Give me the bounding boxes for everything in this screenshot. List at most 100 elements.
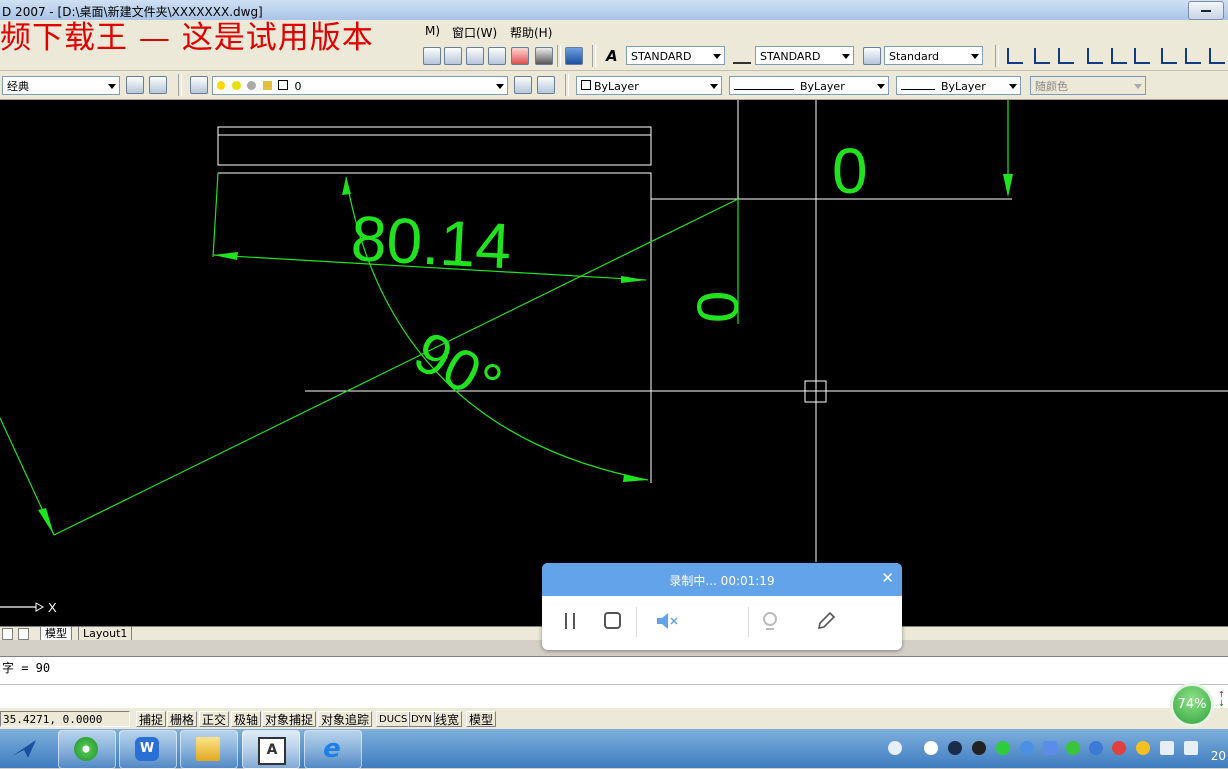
text-style-select[interactable]: STANDARD	[626, 46, 725, 65]
layer-lock-icon	[262, 81, 272, 90]
menu-item-window[interactable]: 窗口(W)	[452, 24, 497, 41]
calculator-icon[interactable]	[535, 47, 553, 65]
stop-button[interactable]	[600, 609, 626, 633]
sheet-set-icon[interactable]	[488, 47, 506, 65]
tab-nav-prev[interactable]	[18, 628, 29, 640]
drawing-canvas[interactable]: 80.14 90° 0 0 X	[0, 100, 1228, 626]
tab-layout1[interactable]: Layout1	[78, 627, 133, 641]
taskbar-app-wps[interactable]: W	[119, 730, 177, 769]
lineweight-select[interactable]: ByLayer	[896, 76, 1021, 95]
pause-button[interactable]	[558, 609, 584, 633]
workspace-save-icon[interactable]	[149, 76, 167, 94]
webcam-button[interactable]	[758, 609, 784, 633]
otrack-button[interactable]: 对象追踪	[318, 711, 373, 727]
network-icon[interactable]	[1160, 741, 1174, 755]
table-style-select[interactable]: Standard	[884, 46, 983, 65]
clock[interactable]: 20	[1211, 749, 1226, 763]
ucs-object-icon[interactable]	[1087, 48, 1103, 64]
workspace-select[interactable]: 经典	[2, 76, 120, 95]
layer-previous-icon[interactable]	[537, 76, 555, 94]
volume-icon[interactable]	[1184, 741, 1198, 755]
cpu-gauge[interactable]: 74%	[1170, 683, 1214, 727]
layer-on-icon	[217, 81, 225, 90]
plus-icon[interactable]	[1136, 741, 1150, 755]
dim-style-select[interactable]: STANDARD	[755, 46, 854, 65]
stop-icon	[604, 612, 621, 629]
workspace-settings-icon[interactable]	[126, 76, 144, 94]
lineweight-value: ByLayer	[941, 80, 986, 93]
network-arrows-icon: ↑ ↓	[1218, 690, 1225, 708]
tab-model[interactable]: 模型	[40, 627, 72, 641]
dim-extension-left	[212, 172, 219, 258]
taskbar-app-ie[interactable]: e	[304, 730, 362, 769]
tab-nav-first[interactable]	[2, 628, 13, 640]
ucs-previous-icon[interactable]	[1034, 48, 1050, 64]
shield-icon[interactable]	[1043, 741, 1057, 755]
cloud-icon[interactable]	[924, 741, 938, 755]
qq-icon[interactable]	[972, 741, 986, 755]
ucs-face-icon[interactable]	[1111, 48, 1127, 64]
recorder-panel: 录制中... 00:01:19 ✕	[542, 563, 902, 650]
osnap-button[interactable]: 对象捕捉	[262, 711, 317, 727]
model-space-button[interactable]: 模型	[466, 711, 497, 727]
message-icon[interactable]	[1020, 741, 1034, 755]
wechat-icon[interactable]	[996, 741, 1010, 755]
ucs-3point-icon[interactable]	[1209, 48, 1225, 64]
linetype-select[interactable]: ByLayer	[729, 76, 889, 95]
make-current-layer-icon[interactable]	[514, 76, 532, 94]
ucs-zaxis-icon[interactable]	[1185, 48, 1201, 64]
antivirus-icon[interactable]	[1112, 741, 1126, 755]
star-icon[interactable]	[948, 741, 962, 755]
plot-style-select: 随颜色	[1030, 76, 1146, 95]
taskbar-app-explorer[interactable]	[180, 730, 238, 769]
update-icon[interactable]	[1089, 741, 1103, 755]
menu-item-help[interactable]: 帮助(H)	[510, 24, 552, 41]
speaker-mute-icon	[657, 613, 678, 629]
coordinate-display[interactable]: 35.4271, 0.0000	[0, 711, 130, 727]
arrowhead-2	[621, 276, 646, 283]
system-tray: 20	[888, 729, 1228, 768]
dim-text-zero-left: 0	[686, 291, 751, 323]
help-icon[interactable]	[565, 47, 583, 65]
layer-select[interactable]: 0	[212, 76, 508, 95]
arrowhead-6	[38, 508, 54, 535]
layer-manager-icon[interactable]	[190, 76, 208, 94]
snap-button[interactable]: 捕捉	[136, 711, 167, 727]
properties-icon[interactable]	[423, 47, 441, 65]
mute-button[interactable]	[654, 609, 680, 633]
polar-button[interactable]: 极轴	[231, 711, 262, 727]
taskbar-app-browser360[interactable]	[58, 730, 116, 769]
tool-palettes-icon[interactable]	[466, 47, 484, 65]
layer-color-icon	[278, 80, 288, 90]
autocad-icon: A	[258, 737, 286, 765]
design-center-icon[interactable]	[444, 47, 462, 65]
ducs-button[interactable]: DUCS	[376, 711, 411, 727]
linetype-preview-icon	[734, 83, 794, 90]
ucs-world-icon[interactable]	[1058, 48, 1074, 64]
dyn-button[interactable]: DYN	[408, 711, 435, 727]
ucs-origin-icon[interactable]	[1161, 48, 1177, 64]
linetype-value: ByLayer	[800, 80, 845, 93]
security360-icon[interactable]	[1066, 741, 1080, 755]
annotate-button[interactable]	[814, 609, 840, 633]
color-swatch-icon	[581, 80, 591, 90]
close-icon[interactable]: ✕	[881, 570, 894, 587]
minimize-button[interactable]	[1188, 1, 1224, 20]
ortho-button[interactable]: 正交	[199, 711, 230, 727]
grid-button[interactable]: 栅格	[167, 711, 198, 727]
ucs-icon[interactable]	[1007, 48, 1023, 64]
ucs-view-icon[interactable]	[1134, 48, 1150, 64]
pause-icon	[565, 613, 575, 629]
start-button[interactable]	[4, 734, 44, 764]
command-window[interactable]: 字 = 90	[0, 656, 1228, 707]
taskbar-app-autocad[interactable]: A	[242, 730, 300, 769]
lineweight-preview-icon	[901, 83, 935, 90]
keyboard-icon[interactable]	[888, 741, 902, 755]
color-select[interactable]: ByLayer	[576, 76, 722, 95]
markup-icon[interactable]	[511, 47, 529, 65]
window-title: D 2007 - [D:\桌面\新建文件夹\XXXXXXX.dwg]	[2, 5, 263, 19]
menu-item-m[interactable]: M)	[425, 24, 440, 38]
table-style-icon	[863, 47, 881, 65]
start-bird-icon	[12, 740, 36, 758]
lineweight-button[interactable]: 线宽	[432, 711, 463, 727]
